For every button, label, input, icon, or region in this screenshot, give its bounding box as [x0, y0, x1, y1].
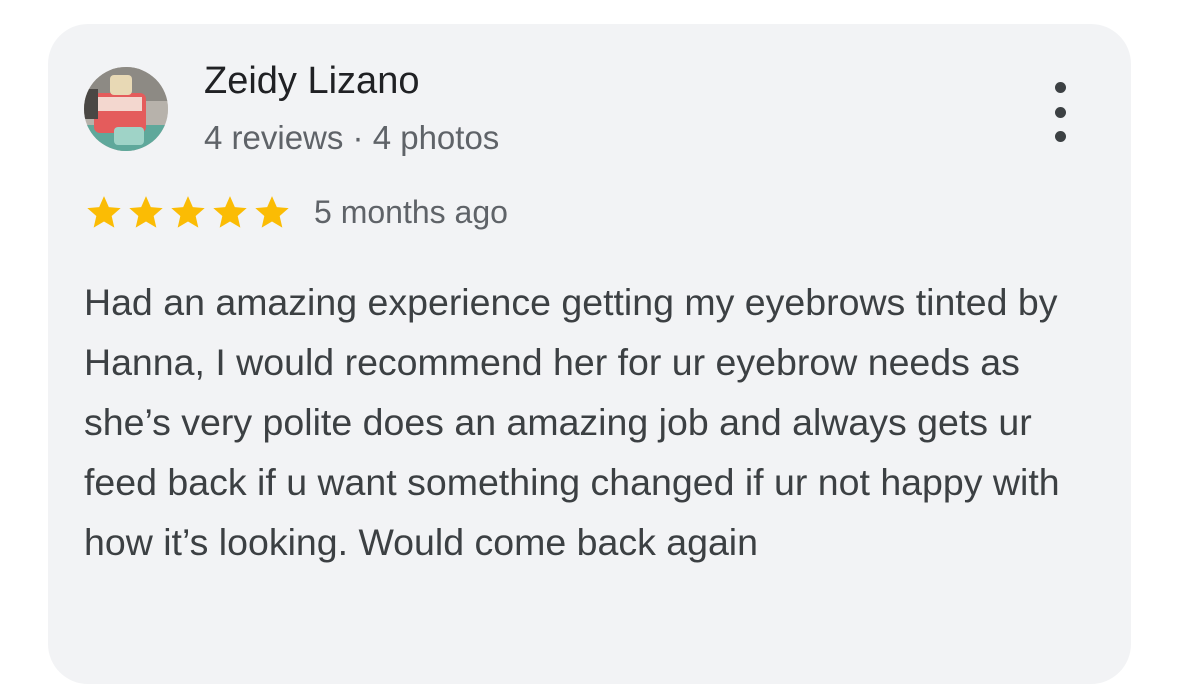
review-date: 5 months ago	[314, 193, 508, 230]
reviewer-avatar[interactable]	[84, 67, 168, 151]
star-icon	[87, 196, 121, 228]
star-icon	[171, 196, 205, 228]
reviewer-name[interactable]: Zeidy Lizano	[204, 60, 419, 103]
more-vert-icon-dot	[1054, 131, 1066, 142]
star-rating	[84, 192, 292, 232]
more-vert-icon	[1054, 82, 1066, 93]
rating-row: 5 months ago	[84, 192, 508, 232]
star-icon	[129, 196, 163, 228]
reviewer-meta: 4 reviews · 4 photos	[204, 119, 500, 156]
review-card: Zeidy Lizano 4 reviews · 4 photos 5 mont…	[48, 24, 1131, 684]
star-icon	[213, 196, 247, 228]
more-options-button[interactable]	[1040, 76, 1080, 148]
more-vert-icon-dot	[1054, 106, 1066, 118]
review-text: Had an amazing experience getting my eye…	[84, 281, 1060, 563]
avatar-photo-icon	[84, 67, 168, 151]
star-icon	[255, 196, 289, 228]
